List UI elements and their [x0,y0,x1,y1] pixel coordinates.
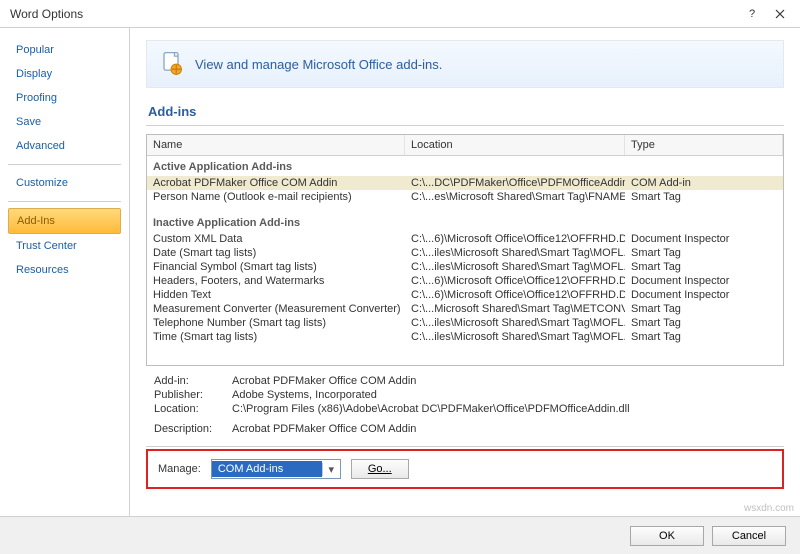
table-row[interactable]: Acrobat PDFMaker Office COM Addin C:\...… [147,176,783,190]
sidebar-separator [8,201,121,202]
column-type[interactable]: Type [625,135,783,155]
watermark: wsxdn.com [744,503,794,514]
divider [146,125,784,126]
sidebar-separator [8,164,121,165]
banner: View and manage Microsoft Office add-ins… [146,40,784,88]
ok-button[interactable]: OK [630,526,704,546]
sidebar-item-customize[interactable]: Customize [8,171,121,195]
title-bar: Word Options ? [0,0,800,28]
sidebar-item-advanced[interactable]: Advanced [8,134,121,158]
sidebar-item-proofing[interactable]: Proofing [8,86,121,110]
cell-location: C:\...es\Microsoft Shared\Smart Tag\FNAM… [405,191,625,203]
sidebar-item-trust-center[interactable]: Trust Center [8,234,121,258]
spacer [147,204,783,214]
detail-location: C:\Program Files (x86)\Adobe\Acrobat DC\… [232,403,630,415]
detail-label-addin: Add-in: [154,375,232,387]
help-button[interactable]: ? [738,4,766,24]
chevron-down-icon: ▾ [322,463,340,476]
table-row[interactable]: Hidden TextC:\...6)\Microsoft Office\Off… [147,288,783,302]
group-inactive: Inactive Application Add-ins [147,214,783,232]
addins-icon [157,50,185,78]
table-row[interactable]: Person Name (Outlook e-mail recipients) … [147,190,783,204]
table-row[interactable]: Measurement Converter (Measurement Conve… [147,302,783,316]
table-body: Active Application Add-ins Acrobat PDFMa… [147,156,783,346]
addin-details: Add-in:Acrobat PDFMaker Office COM Addin… [146,366,784,446]
manage-bar: Manage: COM Add-ins ▾ Go... [146,449,784,489]
banner-text: View and manage Microsoft Office add-ins… [195,57,442,72]
sidebar-item-popular[interactable]: Popular [8,38,121,62]
detail-description: Acrobat PDFMaker Office COM Addin [232,423,416,435]
table-header: Name Location Type [147,135,783,156]
section-title: Add-ins [148,104,784,119]
table-row[interactable]: Date (Smart tag lists)C:\...iles\Microso… [147,246,783,260]
main-panel: View and manage Microsoft Office add-ins… [130,28,800,516]
cell-type: Smart Tag [625,191,783,203]
manage-label: Manage: [158,463,201,475]
detail-label-publisher: Publisher: [154,389,232,401]
cell-name: Person Name (Outlook e-mail recipients) [147,191,405,203]
group-active: Active Application Add-ins [147,158,783,176]
column-name[interactable]: Name [147,135,405,155]
close-icon [775,9,785,19]
detail-addin: Acrobat PDFMaker Office COM Addin [232,375,416,387]
sidebar-item-resources[interactable]: Resources [8,258,121,282]
detail-publisher: Adobe Systems, Incorporated [232,389,377,401]
sidebar-item-addins[interactable]: Add-Ins [8,208,121,234]
table-row[interactable]: Headers, Footers, and WatermarksC:\...6)… [147,274,783,288]
sidebar-item-save[interactable]: Save [8,110,121,134]
sidebar-item-display[interactable]: Display [8,62,121,86]
cell-type: COM Add-in [625,177,783,189]
close-button[interactable] [766,4,794,24]
table-row[interactable]: Telephone Number (Smart tag lists)C:\...… [147,316,783,330]
manage-selected: COM Add-ins [212,461,322,477]
cancel-button[interactable]: Cancel [712,526,786,546]
window-title: Word Options [10,7,738,21]
dialog-footer: OK Cancel [0,516,800,554]
table-row[interactable]: Time (Smart tag lists)C:\...iles\Microso… [147,330,783,344]
column-location[interactable]: Location [405,135,625,155]
divider [146,446,784,447]
cell-location: C:\...DC\PDFMaker\Office\PDFMOfficeAddin… [405,177,625,189]
detail-label-location: Location: [154,403,232,415]
manage-combo[interactable]: COM Add-ins ▾ [211,459,341,479]
addins-table: Name Location Type Active Application Ad… [146,134,784,366]
cell-name: Acrobat PDFMaker Office COM Addin [147,177,405,189]
detail-label-description: Description: [154,423,232,435]
go-button[interactable]: Go... [351,459,409,479]
table-row[interactable]: Custom XML DataC:\...6)\Microsoft Office… [147,232,783,246]
category-sidebar: Popular Display Proofing Save Advanced C… [0,28,130,516]
table-row[interactable]: Financial Symbol (Smart tag lists)C:\...… [147,260,783,274]
